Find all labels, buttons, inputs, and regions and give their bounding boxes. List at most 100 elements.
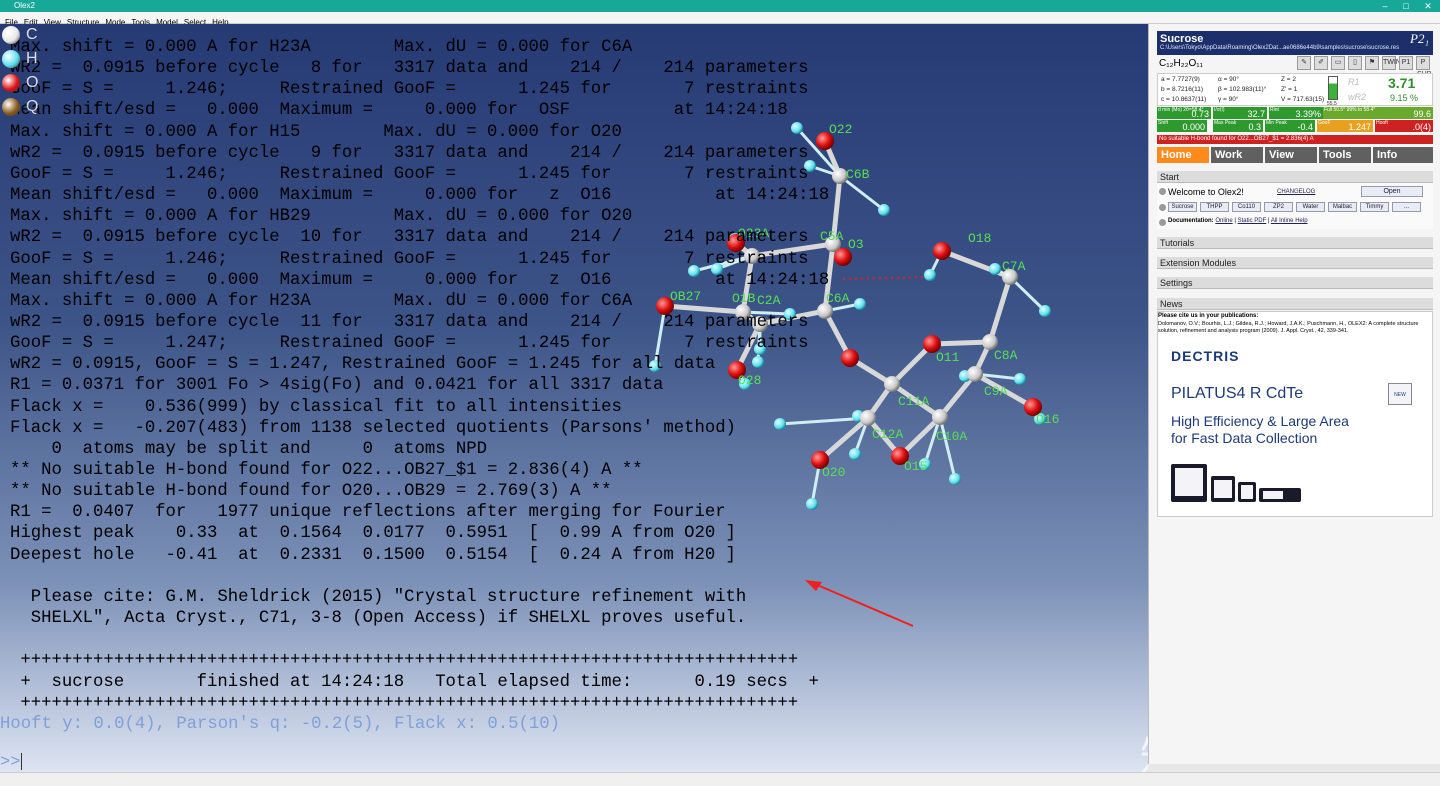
document-icon[interactable]: ▯ — [1348, 56, 1362, 70]
atom-o[interactable] — [933, 242, 951, 260]
doc-label: Documentation: — [1168, 218, 1214, 224]
atom-h[interactable] — [1014, 373, 1026, 385]
watermark: 知乎 @Tokyo — [1140, 724, 1148, 772]
section-start[interactable]: Start — [1157, 171, 1433, 183]
cell-volume: V = 717.63(15) — [1281, 96, 1325, 103]
tab-work[interactable]: Work — [1211, 147, 1263, 163]
doc-inline-link[interactable]: All Inline Help — [1271, 218, 1308, 224]
hooft-line: Hooft y: 0.0(4), Parson's q: -0.2(5), Fl… — [0, 714, 561, 734]
stat-cell[interactable]: Full 50.5° 99% to 58.4° 99.6 — [1323, 107, 1433, 119]
section-news[interactable]: News — [1157, 298, 1433, 310]
sample-button[interactable]: Water — [1296, 202, 1325, 212]
stat-cell[interactable]: I/σ(I) 32.7 — [1213, 107, 1267, 119]
wrench-icon[interactable]: ✎ — [1297, 56, 1311, 70]
flag-icon[interactable]: ⚑ — [1365, 56, 1379, 70]
start-content: Welcome to Olex2! CHANGELOG Open Sucrose… — [1157, 183, 1433, 229]
doc-online-link[interactable]: Online — [1215, 218, 1232, 224]
element-label: Q — [26, 98, 39, 115]
section-extension-modules[interactable]: Extension Modules — [1157, 257, 1433, 269]
file-path[interactable]: C:\Users\Tokyo\AppData\Roaming\Olex2Dat.… — [1160, 45, 1399, 51]
tab-view[interactable]: View — [1265, 147, 1317, 163]
console-line: Max. shift = 0.000 A for H23A Max. dU = … — [10, 38, 633, 57]
stat-value: 3.39% — [1295, 109, 1321, 119]
tab-tools[interactable]: Tools — [1319, 147, 1371, 163]
tab-info[interactable]: Info — [1373, 147, 1433, 163]
atom-h[interactable] — [878, 204, 890, 216]
element-c-ball[interactable] — [2, 26, 20, 44]
section-settings[interactable]: Settings — [1157, 277, 1433, 289]
prompt-symbol: >> — [0, 753, 21, 772]
sample-button[interactable]: THPP — [1200, 202, 1229, 212]
element-q-ball[interactable] — [2, 98, 20, 116]
console-line: Mean shift/esd = 0.000 Maximum = 0.000 f… — [10, 186, 830, 206]
sample-button[interactable]: Co110 — [1232, 202, 1261, 212]
tab-home[interactable]: Home — [1157, 147, 1209, 163]
stat-cell[interactable]: Max Peak 0.3 — [1213, 120, 1263, 132]
news-content: Please cite us in your publications: Dol… — [1157, 311, 1433, 517]
stat-cell[interactable]: Shift 0.000 — [1157, 120, 1207, 132]
pencil-icon[interactable]: ✐ — [1314, 56, 1328, 70]
stat-cell[interactable]: Hooft .0(4) — [1375, 120, 1433, 132]
stat-cell[interactable]: GooF 1.247 — [1317, 120, 1373, 132]
folder-icon[interactable]: ▭ — [1331, 56, 1345, 70]
atom-h[interactable] — [949, 473, 961, 485]
atom-c[interactable] — [884, 376, 900, 392]
atom-h[interactable] — [791, 122, 803, 134]
console-line: wR2 = 0.0915 before cycle 8 for 3317 dat… — [10, 59, 809, 79]
atom-label: O11 — [936, 350, 960, 365]
element-h-ball[interactable] — [2, 50, 20, 68]
close-icon[interactable]: ✕ — [1421, 0, 1435, 12]
stat-value: -0.4 — [1297, 122, 1313, 132]
atom-h[interactable] — [1039, 305, 1051, 317]
atom-h[interactable] — [924, 269, 936, 281]
console-line: GooF = S = 1.246; Restrained GooF = 1.24… — [10, 164, 809, 184]
doc-pdf-link[interactable]: Static PDF — [1238, 218, 1267, 224]
ad-brand[interactable]: DECTRIS — [1171, 348, 1239, 364]
atom-h[interactable] — [806, 498, 818, 510]
sample-button[interactable]: ZP2 — [1264, 202, 1293, 212]
cell-alpha: α = 90° — [1218, 76, 1239, 83]
maximize-icon[interactable]: □ — [1399, 0, 1413, 12]
atom-c[interactable] — [932, 409, 948, 425]
atom-o[interactable] — [841, 349, 859, 367]
console-line: Deepest hole -0.41 at 0.2331 0.1500 0.51… — [10, 545, 736, 565]
atom-h[interactable] — [989, 263, 1001, 275]
stat-cell[interactable]: d min (Mo) 2θ=58.4° 0.73 — [1157, 107, 1211, 119]
wr2-value: 9.15 % — [1390, 93, 1419, 103]
command-prompt[interactable]: >> — [0, 753, 23, 772]
title-bar: Olex2 – □ ✕ — [0, 0, 1440, 12]
atom-h[interactable] — [854, 298, 866, 310]
twins-icon[interactable]: TWINS — [1382, 56, 1406, 70]
psub-icon[interactable]: P SUB — [1416, 56, 1431, 78]
ad-product[interactable]: PILATUS4 R CdTe — [1171, 385, 1303, 403]
sample-button[interactable]: Timmy — [1360, 202, 1389, 212]
p1-icon[interactable]: P1 — [1399, 56, 1413, 70]
stat-cell[interactable]: Min Peak -0.4 — [1265, 120, 1315, 132]
minimize-icon[interactable]: – — [1378, 0, 1392, 12]
graphics-viewport[interactable]: O22 C6B O23A C5A O3 O18 C7A OB27 O1B C2A C6A O28 O11… — [0, 24, 1148, 772]
sample-button[interactable]: ... — [1392, 202, 1421, 212]
console-line: R1 = 0.0407 for 1977 unique reflections … — [10, 503, 726, 523]
atom-c[interactable] — [860, 410, 876, 426]
ad-line-1: High Efficiency & Large Area — [1171, 413, 1349, 429]
console-line: Flack x = -0.207(483) from 1138 selected… — [10, 418, 736, 438]
element-o-ball[interactable] — [2, 74, 20, 92]
sample-button[interactable]: Malbac — [1328, 202, 1357, 212]
atom-label: C6A — [826, 291, 850, 306]
atom-h[interactable] — [849, 448, 861, 460]
atom-label: O15 — [904, 459, 927, 474]
console-line: ++++++++++++++++++++++++++++++++++++++++… — [10, 651, 799, 671]
structure-name: Sucrose — [1160, 33, 1204, 45]
section-tutorials[interactable]: Tutorials — [1157, 237, 1433, 249]
atom-c[interactable] — [967, 366, 983, 382]
changelog-link[interactable]: CHANGELOG — [1277, 189, 1315, 195]
console-line: wR2 = 0.0915, GooF = S = 1.247, Restrain… — [10, 355, 716, 375]
console-line: GooF = S = 1.247; Restrained GooF = 1.24… — [10, 334, 809, 354]
open-button[interactable]: Open — [1361, 186, 1423, 197]
atom-h[interactable] — [752, 356, 764, 368]
text-cursor — [21, 753, 23, 771]
panel-scrollbar[interactable] — [1148, 764, 1440, 772]
atom-h[interactable] — [774, 418, 786, 430]
stat-cell[interactable]: Rint 3.39% — [1269, 107, 1323, 119]
sample-button[interactable]: Sucrose — [1168, 202, 1197, 212]
